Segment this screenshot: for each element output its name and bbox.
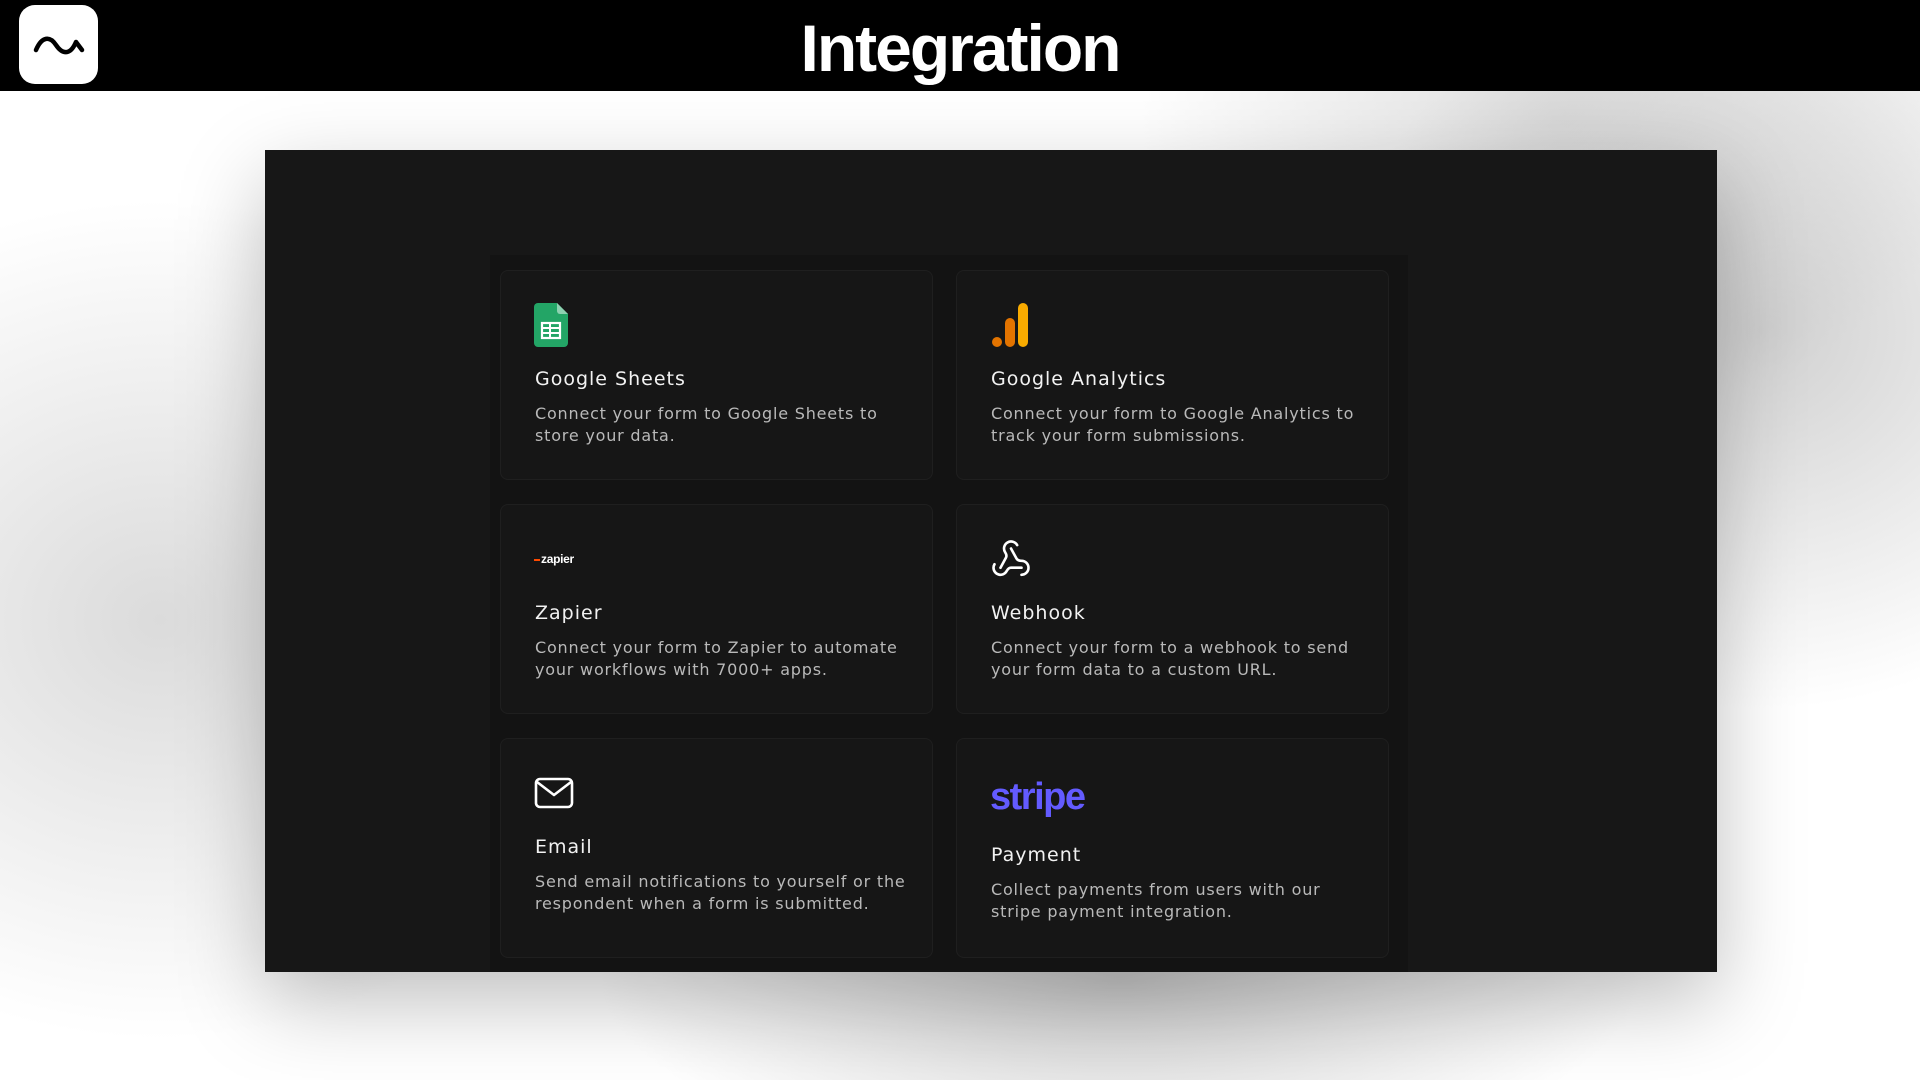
card-description: Connect your form to a webhook to send y… — [991, 638, 1349, 679]
card-title: Google Sheets — [535, 368, 686, 390]
mail-icon — [534, 771, 574, 815]
zapier-logo-text: zapier — [534, 552, 574, 566]
stripe-logo: stripe — [990, 775, 1086, 819]
card-description: Connect your form to Google Sheets to st… — [535, 404, 878, 445]
webhook-icon — [990, 537, 1032, 581]
card-title: Zapier — [535, 602, 603, 624]
card-description: Connect your form to Zapier to automate … — [535, 638, 898, 679]
top-bar: Integration — [0, 0, 1920, 91]
card-title: Google Analytics — [991, 368, 1167, 390]
google-analytics-icon — [990, 303, 1030, 347]
integrations-panel: Google Sheets Connect your form to Googl… — [490, 255, 1408, 972]
integration-card-google-sheets[interactable]: Google Sheets Connect your form to Googl… — [500, 270, 933, 480]
integration-card-zapier[interactable]: zapier Zapier Connect your form to Zapie… — [500, 504, 933, 714]
card-description: Connect your form to Google Analytics to… — [991, 404, 1355, 445]
card-title: Webhook — [991, 602, 1086, 624]
card-description: Collect payments from users with our str… — [991, 880, 1321, 921]
integration-card-webhook[interactable]: Webhook Connect your form to a webhook t… — [956, 504, 1389, 714]
integration-card-payment[interactable]: stripe Payment Collect payments from use… — [956, 738, 1389, 958]
stripe-logo-text: stripe — [990, 776, 1086, 818]
card-title: Email — [535, 836, 593, 858]
app-window: Google Sheets Connect your form to Googl… — [265, 150, 1717, 972]
card-title: Payment — [991, 844, 1082, 866]
page-title: Integration — [800, 11, 1122, 85]
integration-card-email[interactable]: Email Send email notifications to yourse… — [500, 738, 933, 958]
card-description: Send email notifications to yourself or … — [535, 872, 906, 913]
google-sheets-icon — [534, 303, 568, 347]
integration-card-google-analytics[interactable]: Google Analytics Connect your form to Go… — [956, 270, 1389, 480]
zapier-logo: zapier — [534, 537, 574, 581]
